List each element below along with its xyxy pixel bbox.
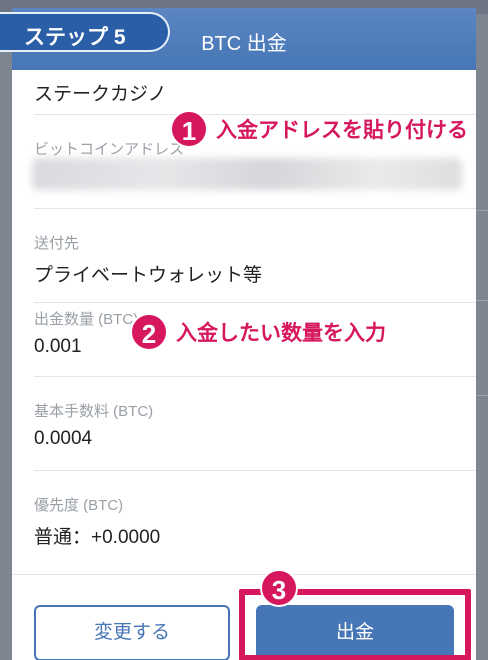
fee-label: 基本手数料 (BTC) bbox=[34, 403, 154, 420]
destination-value: プライベートウォレット等 bbox=[34, 265, 263, 286]
background-divider bbox=[476, 395, 488, 396]
divider bbox=[34, 208, 476, 209]
destination-field[interactable]: 送付先 プライベートウォレット等 bbox=[34, 232, 476, 287]
fee-value: 0.0004 bbox=[34, 428, 93, 449]
divider bbox=[34, 302, 476, 303]
background-divider bbox=[476, 210, 488, 211]
annotation-1: 1 入金アドレスを貼り付ける bbox=[170, 110, 468, 148]
fee-field: 基本手数料 (BTC) 0.0004 bbox=[34, 400, 476, 450]
annotation-2-text: 入金したい数量を入力 bbox=[176, 322, 386, 345]
annotation-2: 2 入金したい数量を入力 bbox=[130, 313, 386, 351]
annotation-3: 3 bbox=[260, 569, 298, 607]
priority-label: 優先度 (BTC) bbox=[34, 497, 124, 514]
address-value-blurred[interactable] bbox=[32, 158, 462, 190]
annotation-1-number: 1 bbox=[170, 110, 208, 148]
background-divider bbox=[476, 300, 488, 301]
priority-value: 普通：+0.0000 bbox=[34, 527, 161, 548]
action-footer: 変更する 出金 3 bbox=[12, 569, 476, 660]
exchange-field: ステークカジノ bbox=[34, 72, 476, 106]
annotation-1-text: 入金アドレスを貼り付ける bbox=[216, 119, 468, 142]
step-badge: ステップ 5 bbox=[0, 12, 170, 52]
step-label: ステップ 5 bbox=[24, 26, 126, 49]
divider bbox=[34, 376, 476, 377]
destination-label: 送付先 bbox=[34, 235, 80, 252]
priority-field[interactable]: 優先度 (BTC) 普通：+0.0000 bbox=[34, 494, 476, 549]
annotation-2-number: 2 bbox=[130, 313, 168, 351]
divider bbox=[34, 470, 476, 471]
change-button[interactable]: 変更する bbox=[34, 605, 230, 660]
exchange-value: ステークカジノ bbox=[34, 84, 167, 105]
annotation-3-number: 3 bbox=[260, 569, 298, 607]
